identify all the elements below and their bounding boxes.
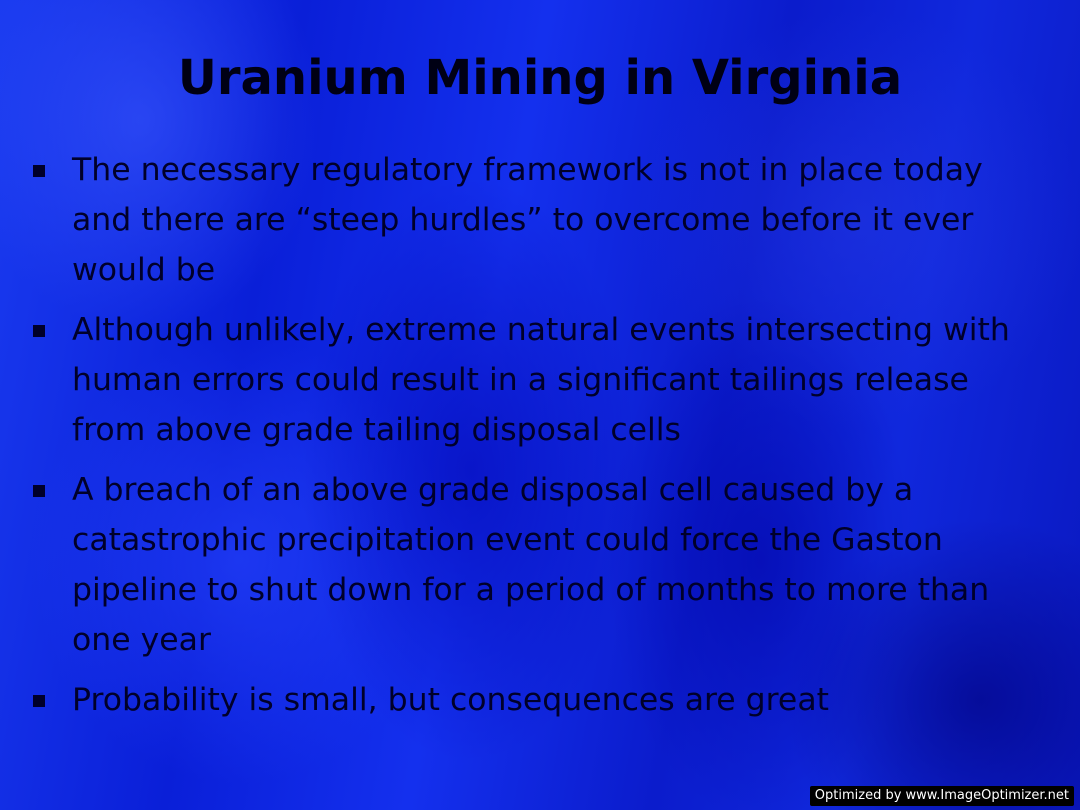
- square-bullet-icon: [33, 695, 45, 707]
- square-bullet-icon: [33, 485, 45, 497]
- bullet-text: Although unlikely, extreme natural event…: [72, 312, 1010, 448]
- bullet-item: The necessary regulatory framework is no…: [30, 145, 1050, 295]
- bullet-text: Probability is small, but consequences a…: [72, 682, 829, 718]
- bullet-text: The necessary regulatory framework is no…: [72, 152, 983, 288]
- slide-title: Uranium Mining in Virginia: [177, 50, 903, 106]
- watermark-label: Optimized by www.ImageOptimizer.net: [809, 786, 1074, 806]
- bullet-item: Although unlikely, extreme natural event…: [30, 305, 1050, 455]
- slide: Uranium Mining in Virginia The necessary…: [0, 0, 1080, 810]
- bullet-item: Probability is small, but consequences a…: [30, 675, 1050, 725]
- square-bullet-icon: [33, 165, 45, 177]
- bullet-text: A breach of an above grade disposal cell…: [72, 472, 990, 658]
- bullet-list: The necessary regulatory framework is no…: [30, 145, 1050, 735]
- bullet-item: A breach of an above grade disposal cell…: [30, 465, 1050, 665]
- square-bullet-icon: [33, 325, 45, 337]
